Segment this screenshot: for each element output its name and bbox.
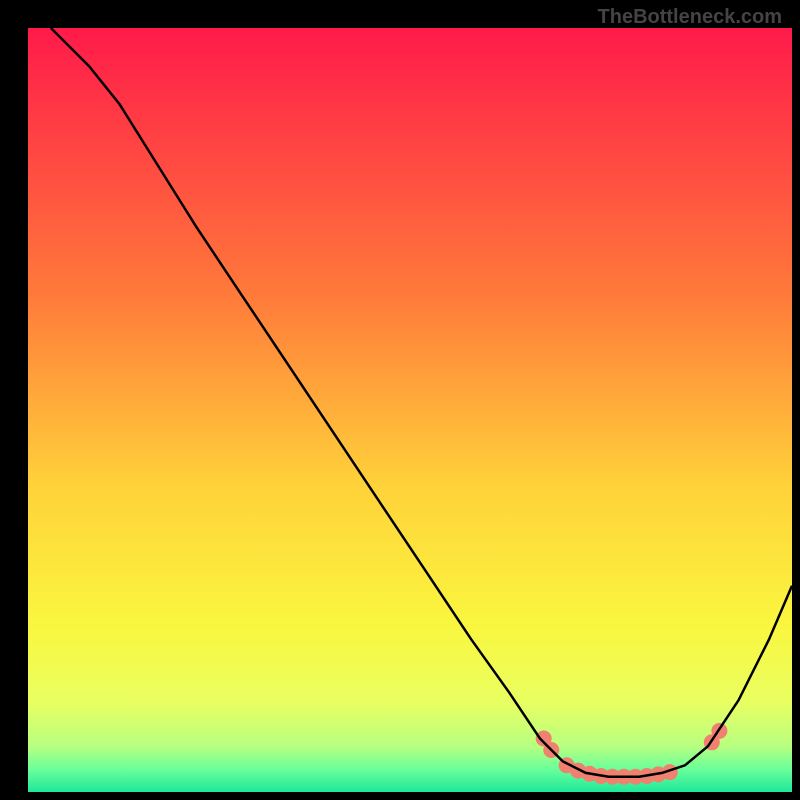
chart-container: TheBottleneck.com [0,0,800,800]
chart-svg [0,0,800,800]
watermark-text: TheBottleneck.com [598,6,782,29]
